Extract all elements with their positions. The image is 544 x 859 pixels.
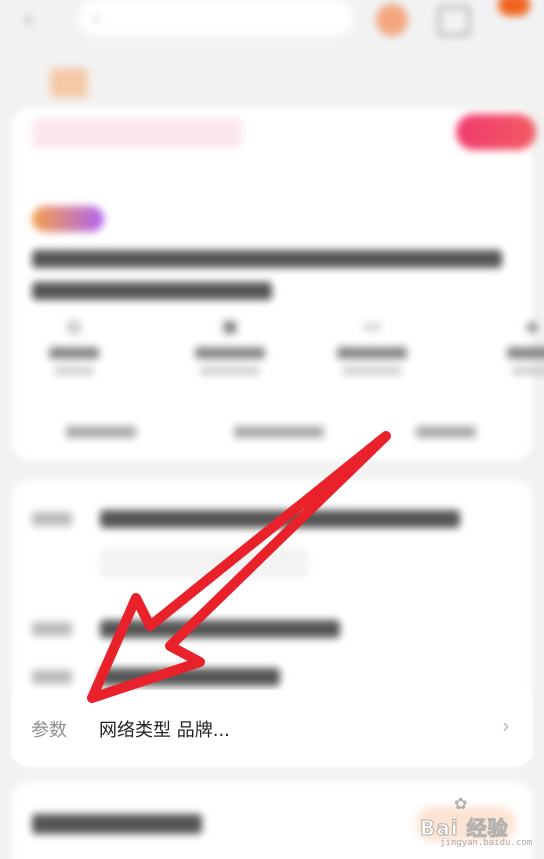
tab-bar bbox=[0, 56, 544, 104]
paw-icon: ✿ bbox=[454, 794, 468, 813]
watermark: ✿ Bai 经验 jingyan.baidu.com bbox=[410, 794, 540, 854]
spec-strip: ◎ ▣ ▭ ◈ bbox=[12, 316, 544, 396]
params-value: 网络类型 品牌... bbox=[99, 720, 230, 741]
cart-icon[interactable] bbox=[438, 6, 470, 36]
spec-item: ◎ bbox=[14, 316, 134, 375]
spec-item: ▭ bbox=[312, 316, 432, 375]
buy-button[interactable] bbox=[456, 114, 536, 150]
cart-badge bbox=[498, 0, 530, 16]
promo-banner bbox=[32, 118, 242, 148]
sub-pill bbox=[100, 548, 308, 578]
spec-item: ▣ bbox=[170, 316, 290, 375]
service-row bbox=[12, 418, 532, 446]
watermark-url: jingyan.baidu.com bbox=[440, 838, 533, 848]
params-row[interactable]: 参数 网络类型 品牌... › bbox=[12, 690, 532, 766]
tag-badge bbox=[32, 206, 104, 232]
product-title bbox=[32, 244, 522, 300]
share-icon[interactable] bbox=[376, 4, 408, 36]
chevron-left-icon[interactable]: ‹ bbox=[24, 8, 48, 33]
tab-indicator bbox=[50, 68, 88, 98]
product-summary-card: ◎ ▣ ▭ ◈ bbox=[12, 108, 544, 460]
search-icon: ⌕ bbox=[92, 8, 101, 27]
search-input[interactable]: ⌕ bbox=[78, 0, 353, 36]
top-bar: ‹ ⌕ bbox=[0, 0, 544, 48]
product-detail-page: ‹ ⌕ ◎ ▣ ▭ ◈ 参数 网络类型 品牌... › ✿ Bai 经验 jin… bbox=[0, 0, 544, 859]
params-label: 参数 bbox=[31, 720, 67, 741]
spec-item: ◈ bbox=[472, 316, 544, 375]
watermark-text: Bai 经验 bbox=[420, 816, 509, 841]
chevron-right-icon: › bbox=[502, 714, 510, 738]
